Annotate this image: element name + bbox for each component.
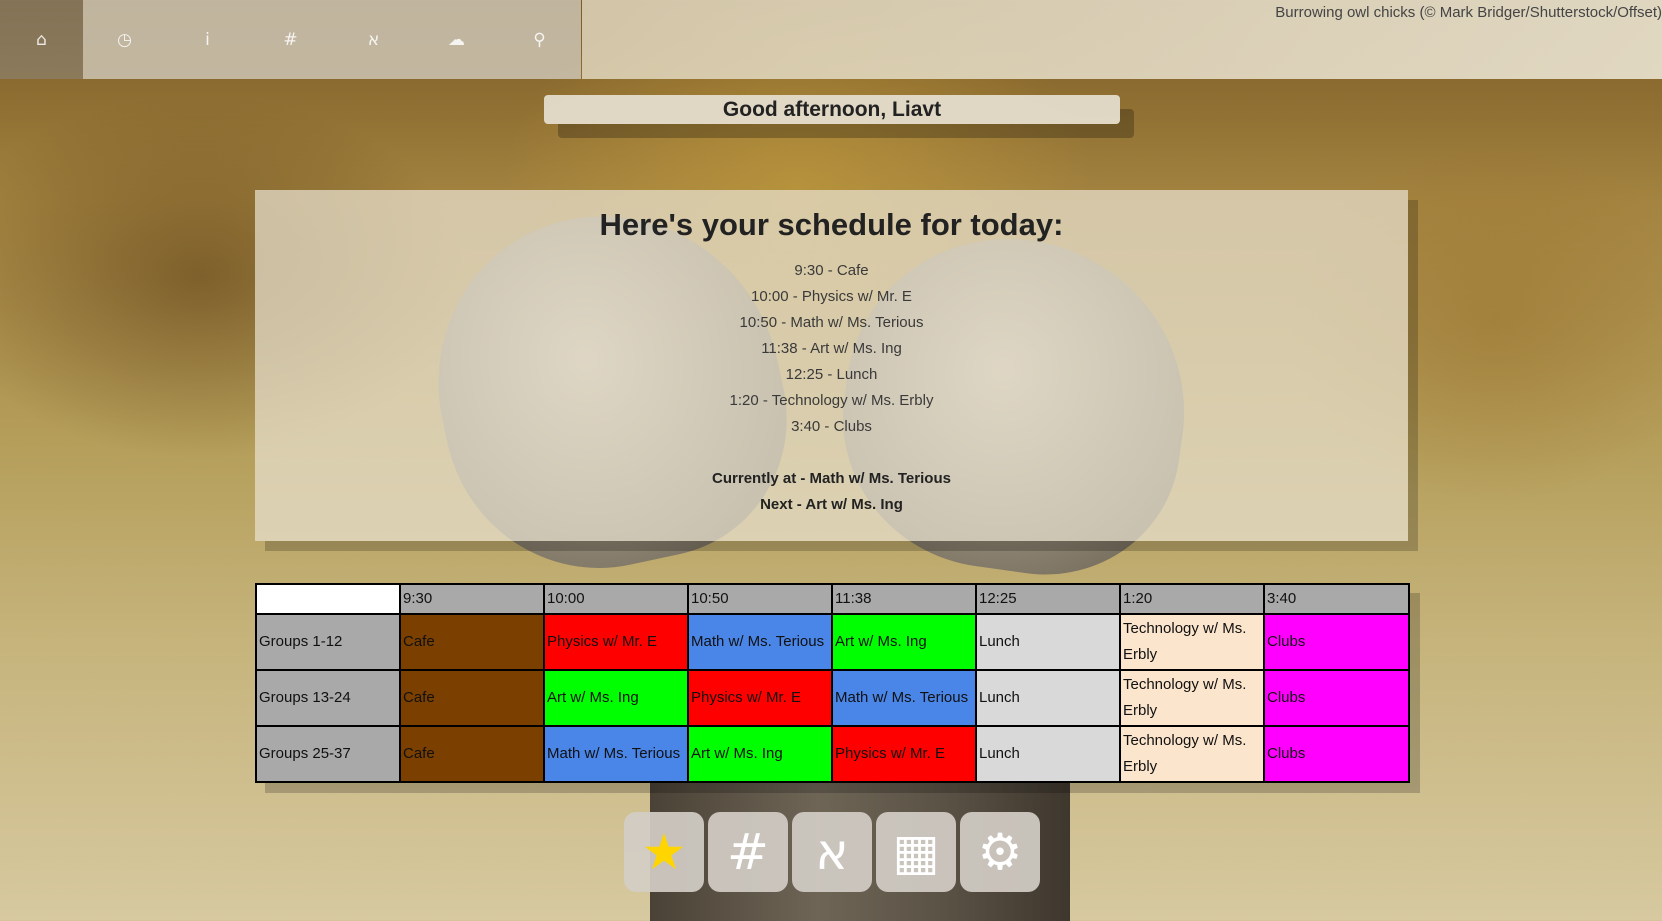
grid-icon: ▦: [892, 823, 940, 881]
class-cell: Lunch: [975, 725, 1121, 783]
class-cell: Technology w/ Ms. Erbly: [1119, 725, 1265, 783]
palette-icon: ☁: [448, 29, 465, 50]
class-cell: Clubs: [1263, 725, 1410, 783]
class-cell: Art w/ Ms. Ing: [543, 669, 689, 727]
class-cell: Clubs: [1263, 613, 1410, 671]
schedule-item: 10:00 - Physics w/ Mr. E: [751, 288, 912, 305]
schedule-item: 11:38 - Art w/ Ms. Ing: [761, 340, 902, 357]
grid-row: Groups 1-12 Cafe Physics w/ Mr. E Math w…: [255, 613, 1410, 671]
info-icon: ⅰ: [205, 29, 210, 50]
star-icon: ★: [641, 823, 687, 881]
schedule-item: 1:20 - Technology w/ Ms. Erbly: [729, 392, 934, 409]
schedule-item: 12:25 - Lunch: [785, 366, 878, 383]
time-header: 1:20: [1119, 583, 1265, 615]
hebrew-button[interactable]: א: [792, 812, 872, 892]
top-nav: ⌂ ◷ ⅰ # א ☁ ⚲: [0, 0, 582, 79]
time-header: 11:38: [831, 583, 977, 615]
class-cell: Art w/ Ms. Ing: [687, 725, 833, 783]
class-cell: Technology w/ Ms. Erbly: [1119, 613, 1265, 671]
aleph-icon: א: [815, 823, 849, 881]
class-cell: Physics w/ Mr. E: [831, 725, 977, 783]
image-credit: Burrowing owl chicks (© Mark Bridger/Shu…: [1275, 4, 1662, 21]
time-header: 9:30: [399, 583, 545, 615]
nav-hash[interactable]: #: [249, 0, 332, 79]
schedule-item: 9:30 - Cafe: [794, 262, 869, 279]
greeting-banner: Good afternoon, Liavt: [544, 95, 1120, 124]
class-cell: Math w/ Ms. Terious: [543, 725, 689, 783]
class-cell: Physics w/ Mr. E: [687, 669, 833, 727]
class-cell: Physics w/ Mr. E: [543, 613, 689, 671]
class-cell: Clubs: [1263, 669, 1410, 727]
favorites-button[interactable]: ★: [624, 812, 704, 892]
group-label: Groups 25-37: [255, 725, 401, 783]
schedule-item: 3:40 - Clubs: [791, 418, 872, 435]
current-class: Currently at - Math w/ Ms. Terious: [712, 470, 951, 487]
schedule-item: 10:50 - Math w/ Ms. Terious: [739, 314, 924, 331]
schedule-status: Currently at - Math w/ Ms. Terious Next …: [255, 466, 1408, 518]
schedule-card: Here's your schedule for today: 9:30 - C…: [255, 190, 1408, 541]
group-label: Groups 13-24: [255, 669, 401, 727]
class-cell: Cafe: [399, 725, 545, 783]
class-cell: Lunch: [975, 669, 1121, 727]
bottom-dock: ★ # א ▦ ⚙: [624, 812, 1040, 892]
schedule-list: 9:30 - Cafe 10:00 - Physics w/ Mr. E 10:…: [255, 258, 1408, 440]
class-cell: Math w/ Ms. Terious: [687, 613, 833, 671]
hash-icon: #: [727, 823, 769, 881]
nav-home[interactable]: ⌂: [0, 0, 83, 79]
time-header: 3:40: [1263, 583, 1410, 615]
clock-icon: ◷: [117, 29, 132, 50]
class-cell: Cafe: [399, 613, 545, 671]
grid-row: Groups 13-24 Cafe Art w/ Ms. Ing Physics…: [255, 669, 1410, 727]
schedule-title: Here's your schedule for today:: [599, 207, 1064, 242]
time-header: 10:50: [687, 583, 833, 615]
nav-palette[interactable]: ☁: [415, 0, 498, 79]
gear-icon: ⚙: [977, 823, 1023, 881]
top-bar: Burrowing owl chicks (© Mark Bridger/Shu…: [582, 0, 1662, 79]
time-header: 12:25: [975, 583, 1121, 615]
nav-clock[interactable]: ◷: [83, 0, 166, 79]
nav-wrench[interactable]: ⚲: [498, 0, 581, 79]
grid-header-row: 9:30 10:00 10:50 11:38 12:25 1:20 3:40: [255, 583, 1410, 615]
time-header: 10:00: [543, 583, 689, 615]
hash-icon: #: [283, 29, 298, 50]
grid-corner-cell: [255, 583, 401, 615]
settings-button[interactable]: ⚙: [960, 812, 1040, 892]
next-class: Next - Art w/ Ms. Ing: [760, 496, 903, 513]
home-icon: ⌂: [36, 29, 47, 50]
layout-button[interactable]: ▦: [876, 812, 956, 892]
wrench-icon: ⚲: [533, 29, 546, 50]
class-cell: Art w/ Ms. Ing: [831, 613, 977, 671]
class-cell: Technology w/ Ms. Erbly: [1119, 669, 1265, 727]
nav-info[interactable]: ⅰ: [166, 0, 249, 79]
class-cell: Cafe: [399, 669, 545, 727]
grid-row: Groups 25-37 Cafe Math w/ Ms. Terious Ar…: [255, 725, 1410, 783]
aleph-icon: א: [367, 29, 380, 50]
numbers-button[interactable]: #: [708, 812, 788, 892]
class-cell: Lunch: [975, 613, 1121, 671]
group-label: Groups 1-12: [255, 613, 401, 671]
nav-aleph[interactable]: א: [332, 0, 415, 79]
schedule-grid: 9:30 10:00 10:50 11:38 12:25 1:20 3:40 G…: [255, 583, 1410, 783]
class-cell: Math w/ Ms. Terious: [831, 669, 977, 727]
